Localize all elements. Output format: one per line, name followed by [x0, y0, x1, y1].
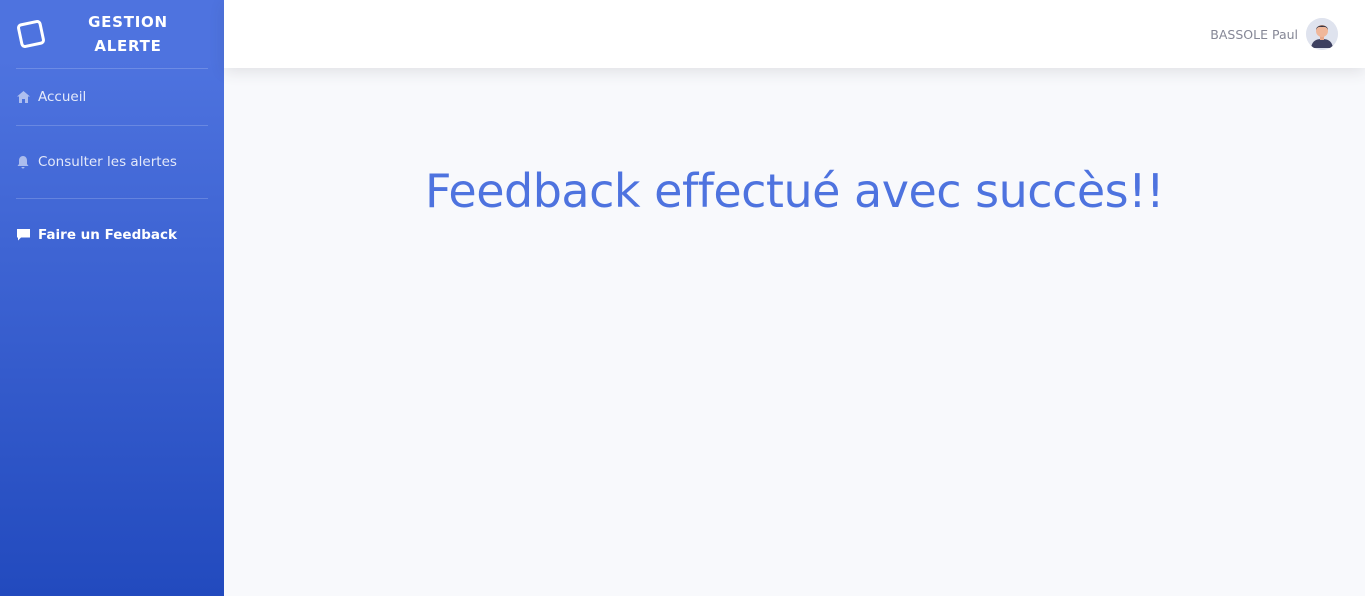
- sidebar-item-faire-feedback[interactable]: Faire un Feedback: [16, 199, 208, 271]
- brand-line-1: GESTION: [88, 13, 168, 31]
- sidebar-item-consulter-alertes[interactable]: Consulter les alertes: [16, 126, 208, 198]
- bell-icon: [16, 155, 30, 169]
- comment-icon: [16, 228, 30, 242]
- sidebar: GESTION ALERTE Accueil Consulter les ale…: [0, 0, 224, 596]
- success-message: Feedback effectué avec succès!!: [424, 164, 1165, 218]
- user-name[interactable]: BASSOLE Paul: [1210, 27, 1298, 42]
- content: Feedback effectué avec succès!!: [224, 68, 1365, 596]
- sidebar-item-accueil[interactable]: Accueil: [16, 69, 208, 125]
- app-root: GESTION ALERTE Accueil Consulter les ale…: [0, 0, 1365, 596]
- sidebar-item-label: Consulter les alertes: [38, 154, 177, 170]
- topbar: BASSOLE Paul: [224, 0, 1365, 68]
- sidebar-item-label: Accueil: [38, 89, 87, 105]
- sidebar-brand[interactable]: GESTION ALERTE: [16, 0, 208, 68]
- brand-title: GESTION ALERTE: [58, 10, 208, 58]
- sidebar-item-label: Faire un Feedback: [38, 227, 178, 243]
- main-area: BASSOLE Paul Feedback effectué avec succ…: [224, 0, 1365, 596]
- user-avatar-icon[interactable]: [1306, 18, 1338, 50]
- home-icon: [16, 90, 30, 104]
- notepad-icon: [16, 18, 48, 50]
- brand-line-2: ALERTE: [94, 37, 162, 55]
